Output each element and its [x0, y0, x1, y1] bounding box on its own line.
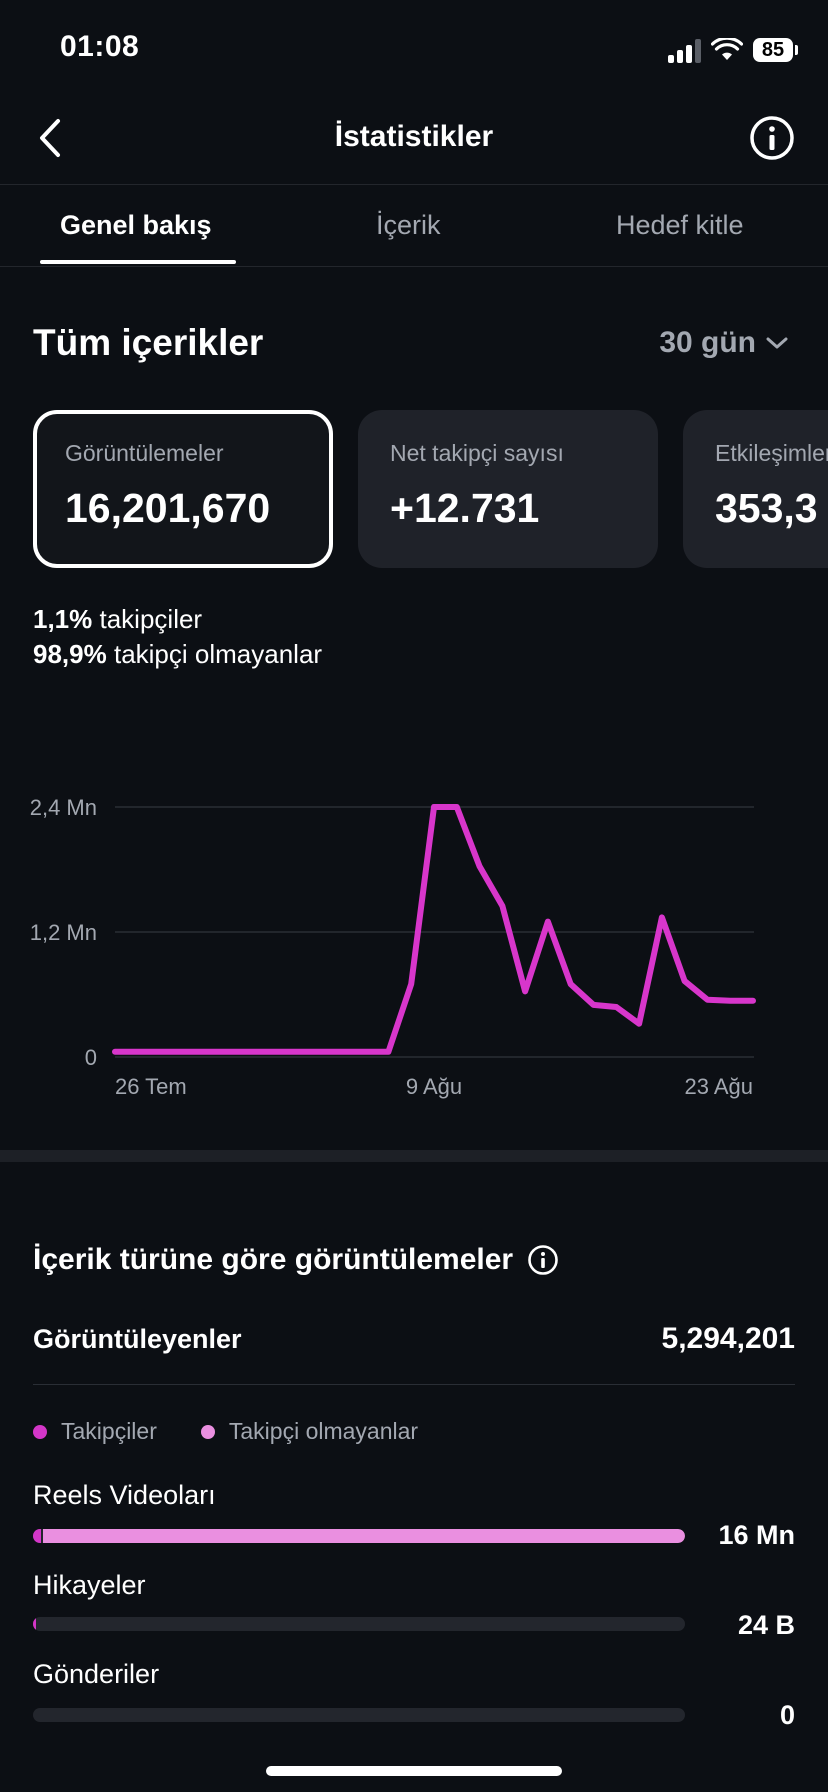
bar-fill-non-followers — [42, 1529, 685, 1543]
non-followers-share: 98,9% takipçi olmayanlar — [33, 639, 323, 669]
info-button[interactable] — [746, 112, 798, 164]
views-series-line — [112, 804, 756, 1055]
views-line-chart: 2,4 Mn 1,2 Mn 0 26 Tem 9 Ağu 23 Ağu — [30, 795, 756, 1099]
tab-overview[interactable]: Genel bakış — [60, 210, 212, 241]
content-type-section-header: İçerik türüne göre görüntülemeler — [33, 1243, 559, 1277]
y-tick-label: 0 — [85, 1045, 97, 1070]
home-indicator — [266, 1766, 562, 1776]
page-title: İstatistikler — [334, 120, 494, 153]
followers-share: 1,1% takipçiler — [33, 604, 203, 634]
content-type-value-reels: 16 Mn — [718, 1520, 795, 1550]
y-tick-label: 2,4 Mn — [30, 795, 97, 820]
tab-content[interactable]: İçerik — [376, 210, 441, 241]
audience-split: 1,1% takipçiler 98,9% takipçi olmayanlar — [33, 602, 322, 672]
content-type-value-stories: 24 B — [737, 1610, 795, 1640]
legend-followers: Takipçiler — [33, 1418, 157, 1445]
metric-value: 16,201,670 — [65, 485, 271, 531]
viewers-value: 5,294,201 — [661, 1322, 795, 1355]
metric-card-views[interactable]: Görüntülemeler 16,201,670 — [33, 410, 333, 568]
x-tick-label: 23 Ağu — [684, 1074, 753, 1099]
x-tick-label: 9 Ağu — [406, 1074, 462, 1099]
metric-value: +12.731 — [390, 485, 540, 531]
metric-label: Görüntülemeler — [65, 440, 224, 466]
bar-track-posts — [33, 1708, 685, 1722]
bar-fill-followers — [33, 1529, 41, 1543]
content-type-title: İçerik türüne göre görüntülemeler — [33, 1243, 514, 1276]
tab-bar: Genel bakış İçerik Hedef kitle — [0, 184, 828, 267]
battery-level: 85 — [753, 38, 793, 62]
bar-track-stories — [33, 1617, 685, 1631]
section-divider — [0, 1150, 828, 1162]
divider — [33, 1384, 795, 1385]
metric-card-net-followers[interactable]: Net takipçi sayısı +12.731 — [358, 410, 658, 568]
wifi-icon — [711, 38, 743, 60]
tab-audience[interactable]: Hedef kitle — [616, 210, 744, 241]
metric-label: Etkileşimler — [715, 440, 828, 466]
legend-dot-followers — [33, 1424, 47, 1439]
date-range-label: 30 gün — [659, 326, 756, 359]
legend-non-followers: Takipçi olmayanlar — [200, 1418, 418, 1445]
status-indicators: 85 — [668, 34, 798, 66]
navigation-bar: İstatistikler — [0, 92, 828, 185]
battery-icon: 85 — [753, 38, 798, 62]
y-tick-label: 1,2 Mn — [30, 920, 97, 945]
viewers-label: Görüntüleyenler — [33, 1324, 242, 1354]
legend-dot-non-followers — [200, 1424, 215, 1439]
metric-value: 353,3 — [715, 485, 818, 531]
content-type-label-stories: Hikayeler — [33, 1570, 146, 1600]
active-tab-indicator — [40, 260, 236, 264]
info-icon — [750, 116, 794, 160]
info-icon[interactable] — [527, 1244, 559, 1276]
status-time: 01:08 — [60, 30, 140, 63]
chevron-down-icon — [766, 337, 788, 349]
metric-label: Net takipçi sayısı — [390, 440, 564, 466]
content-type-label-posts: Gönderiler — [33, 1659, 160, 1689]
cellular-signal-icon — [668, 37, 701, 63]
content-type-label-reels: Reels Videoları — [33, 1480, 216, 1510]
bar-fill-followers — [33, 1617, 36, 1631]
bar-track-reels — [33, 1529, 685, 1543]
chart-legend: Takipçiler Takipçi olmayanlar — [33, 1418, 418, 1445]
metric-card-interactions[interactable]: Etkileşimler 353,3 — [683, 410, 828, 568]
section-title: Tüm içerikler — [33, 322, 264, 363]
content-type-value-posts: 0 — [779, 1700, 795, 1730]
date-range-dropdown[interactable]: 30 gün — [659, 326, 788, 360]
x-tick-label: 26 Tem — [115, 1074, 187, 1099]
